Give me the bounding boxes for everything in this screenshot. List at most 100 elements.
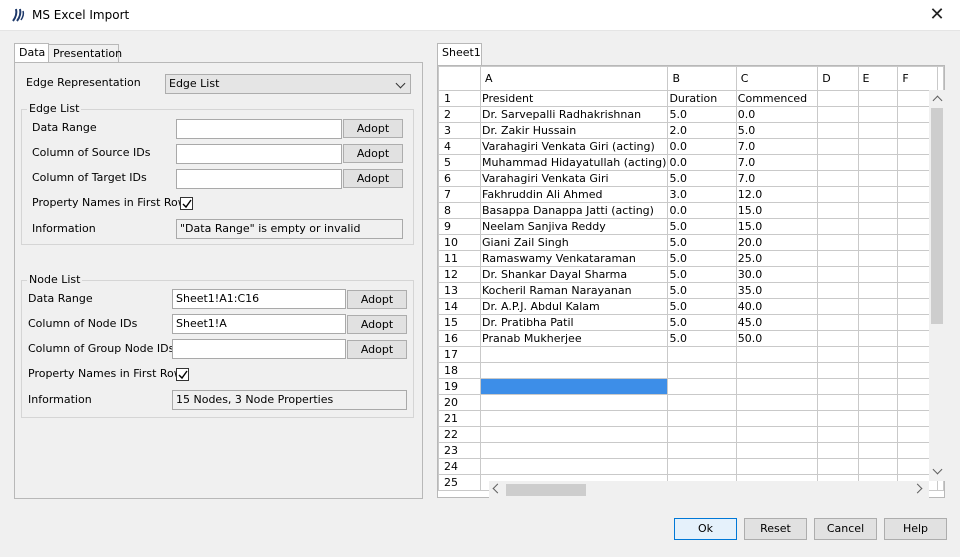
cancel-button[interactable]: Cancel bbox=[814, 518, 877, 540]
target-ids-adopt-button[interactable]: Adopt bbox=[343, 169, 403, 188]
selected-cell[interactable] bbox=[480, 378, 669, 395]
cell[interactable]: 25.0 bbox=[735, 250, 819, 267]
tab-presentation[interactable]: Presentation bbox=[48, 44, 122, 63]
cell[interactable] bbox=[480, 362, 669, 379]
cell[interactable]: Varahagiri Venkata Giri (acting) bbox=[480, 138, 669, 155]
cell[interactable] bbox=[857, 298, 899, 315]
cell[interactable] bbox=[857, 250, 899, 267]
cell[interactable] bbox=[667, 362, 737, 379]
cell[interactable] bbox=[857, 90, 899, 107]
cell[interactable] bbox=[667, 346, 737, 363]
row-number[interactable]: 6 bbox=[438, 170, 482, 187]
row-number[interactable]: 17 bbox=[438, 346, 482, 363]
column-header[interactable]: F bbox=[897, 66, 938, 91]
cell[interactable]: 30.0 bbox=[735, 266, 819, 283]
row-number[interactable]: 8 bbox=[438, 202, 482, 219]
cell[interactable]: Muhammad Hidayatullah (acting) bbox=[480, 154, 669, 171]
cell[interactable] bbox=[667, 410, 737, 427]
reset-button[interactable]: Reset bbox=[744, 518, 807, 540]
cell[interactable]: 0.0 bbox=[667, 202, 737, 219]
cell[interactable]: 5.0 bbox=[667, 250, 737, 267]
cell[interactable] bbox=[857, 458, 899, 475]
cell[interactable]: 15.0 bbox=[735, 202, 819, 219]
row-number[interactable]: 23 bbox=[438, 442, 482, 459]
cell[interactable]: 45.0 bbox=[735, 314, 819, 331]
spreadsheet-grid[interactable]: A B C D E F 1 President Duration Commenced 2 Dr. Sa… bbox=[437, 65, 945, 498]
cell[interactable]: 7.0 bbox=[735, 138, 819, 155]
cell[interactable]: Dr. Shankar Dayal Sharma bbox=[480, 266, 669, 283]
cell[interactable]: 5.0 bbox=[667, 218, 737, 235]
column-header[interactable]: C bbox=[735, 66, 819, 91]
cell[interactable]: 5.0 bbox=[667, 170, 737, 187]
cell[interactable]: 12.0 bbox=[735, 186, 819, 203]
cell[interactable] bbox=[817, 314, 859, 331]
edge-names-first-row-checkbox[interactable] bbox=[180, 197, 193, 210]
cell[interactable] bbox=[735, 426, 819, 443]
cell[interactable] bbox=[817, 362, 859, 379]
cell[interactable] bbox=[480, 410, 669, 427]
node-ids-input[interactable]: Sheet1!A bbox=[172, 314, 346, 334]
row-number[interactable]: 5 bbox=[438, 154, 482, 171]
cell[interactable] bbox=[857, 330, 899, 347]
cell[interactable] bbox=[735, 442, 819, 459]
row-number[interactable]: 22 bbox=[438, 426, 482, 443]
cell[interactable]: Dr. Sarvepalli Radhakrishnan bbox=[480, 106, 669, 123]
cell[interactable] bbox=[817, 458, 859, 475]
cell[interactable] bbox=[857, 186, 899, 203]
cell[interactable]: Neelam Sanjiva Reddy bbox=[480, 218, 669, 235]
cell[interactable]: 5.0 bbox=[735, 122, 819, 139]
cell[interactable] bbox=[735, 394, 819, 411]
row-number[interactable]: 10 bbox=[438, 234, 482, 251]
cell[interactable] bbox=[817, 234, 859, 251]
group-node-ids-input[interactable] bbox=[172, 339, 346, 359]
cell[interactable] bbox=[480, 426, 669, 443]
source-ids-adopt-button[interactable]: Adopt bbox=[343, 144, 403, 163]
edge-data-range-input[interactable] bbox=[176, 119, 342, 139]
cell[interactable]: 5.0 bbox=[667, 282, 737, 299]
cell[interactable] bbox=[735, 378, 819, 395]
help-button[interactable]: Help bbox=[884, 518, 947, 540]
target-ids-input[interactable] bbox=[176, 169, 342, 189]
cell[interactable]: 40.0 bbox=[735, 298, 819, 315]
cell[interactable] bbox=[480, 442, 669, 459]
cell[interactable] bbox=[857, 234, 899, 251]
cell[interactable] bbox=[735, 346, 819, 363]
cell[interactable] bbox=[857, 362, 899, 379]
cell[interactable] bbox=[817, 202, 859, 219]
cell[interactable] bbox=[817, 298, 859, 315]
node-data-range-adopt-button[interactable]: Adopt bbox=[347, 290, 407, 309]
cell[interactable] bbox=[667, 394, 737, 411]
cell[interactable]: 5.0 bbox=[667, 314, 737, 331]
node-ids-adopt-button[interactable]: Adopt bbox=[347, 315, 407, 334]
ok-button[interactable]: Ok bbox=[674, 518, 737, 540]
cell[interactable]: 15.0 bbox=[735, 218, 819, 235]
row-number[interactable]: 1 bbox=[438, 90, 482, 107]
cell[interactable]: Ramaswamy Venkataraman bbox=[480, 250, 669, 267]
cell[interactable]: 5.0 bbox=[667, 330, 737, 347]
cell[interactable] bbox=[817, 282, 859, 299]
cell[interactable] bbox=[817, 266, 859, 283]
group-node-ids-adopt-button[interactable]: Adopt bbox=[347, 340, 407, 359]
cell[interactable] bbox=[857, 378, 899, 395]
row-number[interactable]: 25 bbox=[438, 474, 482, 491]
cell[interactable]: Dr. Zakir Hussain bbox=[480, 122, 669, 139]
cell[interactable]: 5.0 bbox=[667, 298, 737, 315]
row-number[interactable]: 15 bbox=[438, 314, 482, 331]
cell[interactable] bbox=[735, 362, 819, 379]
cell[interactable] bbox=[817, 250, 859, 267]
cell[interactable] bbox=[857, 170, 899, 187]
column-header[interactable]: E bbox=[857, 66, 899, 91]
cell[interactable]: Dr. Pratibha Patil bbox=[480, 314, 669, 331]
node-data-range-input[interactable]: Sheet1!A1:C16 bbox=[172, 289, 346, 309]
cell[interactable] bbox=[857, 122, 899, 139]
cell[interactable] bbox=[480, 458, 669, 475]
row-number[interactable]: 11 bbox=[438, 250, 482, 267]
cell[interactable] bbox=[817, 154, 859, 171]
row-number[interactable]: 12 bbox=[438, 266, 482, 283]
cell[interactable]: Dr. A.P.J. Abdul Kalam bbox=[480, 298, 669, 315]
cell[interactable] bbox=[857, 202, 899, 219]
close-icon[interactable]: ✕ bbox=[914, 0, 960, 31]
cell[interactable] bbox=[857, 426, 899, 443]
row-number[interactable]: 14 bbox=[438, 298, 482, 315]
cell[interactable]: Duration bbox=[667, 90, 737, 107]
